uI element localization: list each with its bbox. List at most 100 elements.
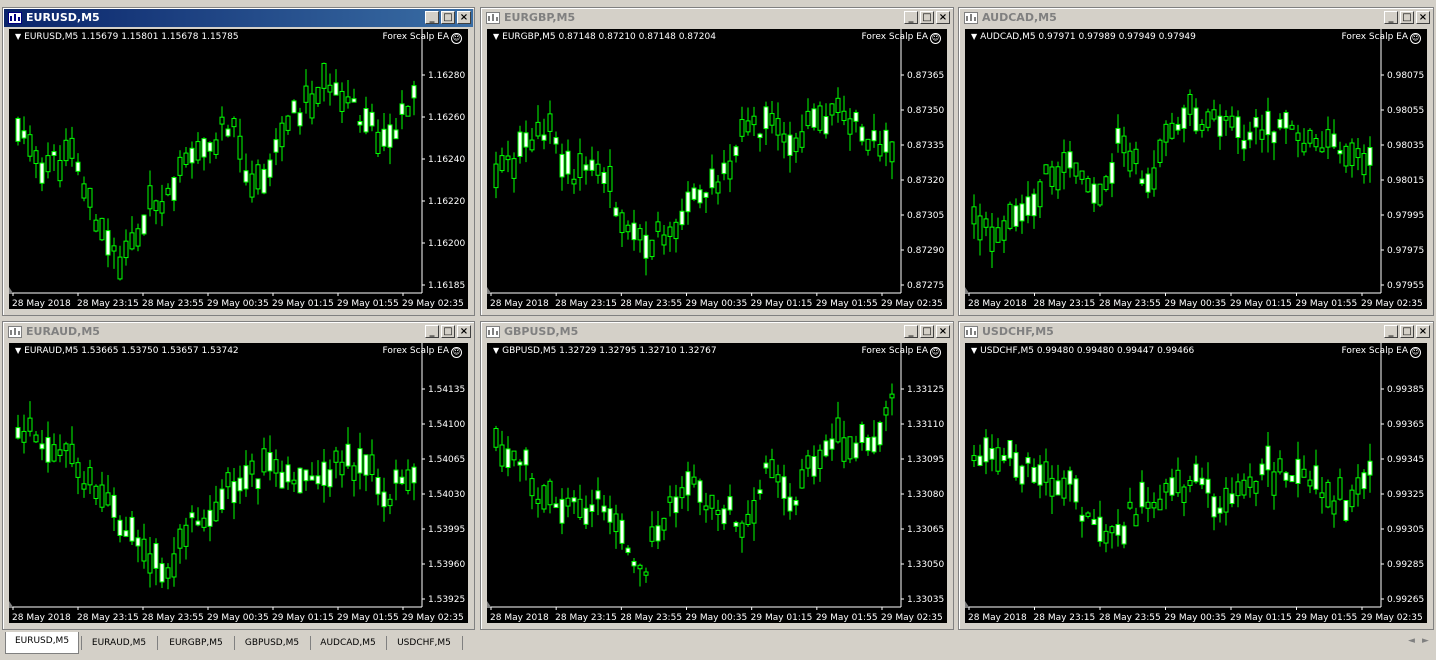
candle-body	[1181, 107, 1187, 129]
minimize-button[interactable]: _	[904, 325, 918, 338]
candle-body	[1343, 145, 1349, 167]
tab-audcad[interactable]: AUDCAD,M5	[313, 634, 383, 652]
chart-window-gbpusd[interactable]: GBPUSD,M5 _ □ × 1.33125 1.33110 1.33095 1.3…	[480, 321, 954, 630]
price-chart[interactable]: 0.99385 0.99365 0.99345 0.99325 0.99305 0.992…	[965, 343, 1427, 623]
close-button[interactable]: ×	[936, 325, 950, 338]
tab-scroll-left-icon[interactable]: ◄	[1408, 636, 1415, 646]
window-titlebar[interactable]: GBPUSD,M5 _ □ ×	[482, 323, 952, 341]
candle-body	[1061, 152, 1067, 173]
candle-body	[87, 187, 93, 208]
tab-scroll-right-icon[interactable]: ►	[1422, 636, 1429, 646]
candle-body	[1055, 166, 1061, 191]
chart-menu-triangle-icon[interactable]: ▼	[15, 32, 21, 41]
candle-body	[595, 163, 601, 176]
candle-body	[1043, 461, 1049, 483]
candle-body	[619, 212, 625, 234]
candle-body	[237, 477, 243, 492]
chart-menu-triangle-icon[interactable]: ▼	[493, 32, 499, 41]
window-titlebar[interactable]: USDCHF,M5 _ □ ×	[960, 323, 1432, 341]
price-chart[interactable]: 0.98075 0.98055 0.98035 0.98015 0.97995 0.979…	[965, 29, 1427, 309]
candle-body	[1121, 525, 1127, 545]
tab-euraud[interactable]: EURAUD,M5	[84, 634, 154, 652]
chart-shift-marker	[965, 287, 969, 293]
tab-eurusd[interactable]: EURUSD,M5	[5, 632, 79, 654]
time-tick-label: 28 May 23:15	[1034, 613, 1096, 623]
chart-window-eurgbp[interactable]: EURGBP,M5 _ □ × 0.87365 0.87350 0.87335 0.8…	[480, 7, 954, 316]
candle-body	[129, 232, 135, 250]
close-button[interactable]: ×	[1416, 325, 1430, 338]
tab-gbpusd[interactable]: GBPUSD,M5	[237, 634, 307, 652]
maximize-button[interactable]: □	[441, 11, 455, 24]
minimize-button[interactable]: _	[425, 325, 439, 338]
close-button[interactable]: ×	[457, 11, 471, 24]
candle-body	[799, 131, 805, 148]
candle-body	[267, 159, 273, 178]
candle-body	[321, 461, 327, 486]
candle-body	[745, 513, 751, 525]
time-tick-label: 29 May 01:55	[337, 613, 399, 623]
window-titlebar[interactable]: EURUSD,M5 _ □ ×	[4, 9, 473, 27]
candle-body	[1133, 148, 1139, 165]
candlestick-plot: 0.98075 0.98055 0.98035 0.98015 0.97995 0.979…	[965, 29, 1424, 309]
chart-window-usdchf[interactable]: USDCHF,M5 _ □ × 0.99385 0.99365 0.99345 0.9…	[958, 321, 1434, 630]
candle-body	[1193, 463, 1199, 483]
close-button[interactable]: ×	[936, 11, 950, 24]
candle-body	[1019, 203, 1025, 222]
tab-separator	[386, 636, 387, 650]
window-titlebar[interactable]: EURGBP,M5 _ □ ×	[482, 9, 952, 27]
maximize-button[interactable]: □	[1400, 325, 1414, 338]
price-chart[interactable]: 1.16280 1.16260 1.16240 1.16220 1.16200 1.161…	[9, 29, 468, 309]
maximize-button[interactable]: □	[1400, 11, 1414, 24]
price-chart[interactable]: 1.54135 1.54100 1.54065 1.54030 1.53995 1.539…	[9, 343, 468, 623]
close-button[interactable]: ×	[1416, 11, 1430, 24]
candle-body	[39, 162, 45, 184]
candle-body	[1169, 477, 1175, 496]
candle-body	[369, 111, 375, 127]
candle-body	[811, 456, 817, 477]
candle-body	[493, 428, 499, 448]
candle-body	[141, 538, 147, 562]
window-titlebar[interactable]: AUDCAD,M5 _ □ ×	[960, 9, 1432, 27]
time-tick-label: 28 May 23:15	[555, 299, 617, 309]
tab-separator	[157, 636, 158, 650]
candle-body	[39, 443, 45, 450]
minimize-button[interactable]: _	[1384, 11, 1398, 24]
maximize-button[interactable]: □	[920, 11, 934, 24]
chart-window-eurusd[interactable]: EURUSD,M5 _ □ × 1.16280 1.16260 1.16240 1.1…	[2, 7, 475, 316]
tab-eurgbp[interactable]: EURGBP,M5	[160, 634, 232, 652]
candle-body	[87, 467, 93, 486]
chart-shift-marker	[9, 601, 13, 607]
candle-body	[745, 120, 751, 133]
chart-menu-triangle-icon[interactable]: ▼	[15, 346, 21, 355]
maximize-button[interactable]: □	[441, 325, 455, 338]
chart-shift-marker	[487, 601, 491, 607]
chart-menu-triangle-icon[interactable]: ▼	[971, 32, 977, 41]
maximize-button[interactable]: □	[920, 325, 934, 338]
tab-usdchf[interactable]: USDCHF,M5	[389, 634, 459, 652]
candle-body	[411, 466, 417, 484]
candle-body	[1217, 507, 1223, 514]
candle-body	[1031, 193, 1037, 217]
candle-body	[703, 192, 709, 198]
minimize-button[interactable]: _	[425, 11, 439, 24]
window-titlebar[interactable]: EURAUD,M5 _ □ ×	[4, 323, 473, 341]
candle-body	[721, 162, 727, 175]
chart-window-euraud[interactable]: EURAUD,M5 _ □ × 1.54135 1.54100 1.54065 1.5…	[2, 321, 475, 630]
close-button[interactable]: ×	[457, 325, 471, 338]
price-tick-label: 1.16260	[428, 113, 465, 123]
chart-window-audcad[interactable]: AUDCAD,M5 _ □ × 0.98075 0.98055 0.98035 0.9…	[958, 7, 1434, 316]
chart-menu-triangle-icon[interactable]: ▼	[493, 346, 499, 355]
candle-body	[1151, 501, 1157, 509]
minimize-button[interactable]: _	[904, 11, 918, 24]
candle-body	[1019, 465, 1025, 485]
chart-menu-triangle-icon[interactable]: ▼	[971, 346, 977, 355]
minimize-button[interactable]: _	[1384, 325, 1398, 338]
candle-body	[399, 476, 405, 485]
candle-body	[499, 155, 505, 172]
candle-body	[231, 118, 237, 128]
candle-body	[375, 131, 381, 155]
chart-window-icon	[8, 326, 22, 338]
price-chart[interactable]: 0.87365 0.87350 0.87335 0.87320 0.87305 0.872…	[487, 29, 947, 309]
price-chart[interactable]: 1.33125 1.33110 1.33095 1.33080 1.33065 1.330…	[487, 343, 947, 623]
candle-body	[111, 245, 117, 252]
